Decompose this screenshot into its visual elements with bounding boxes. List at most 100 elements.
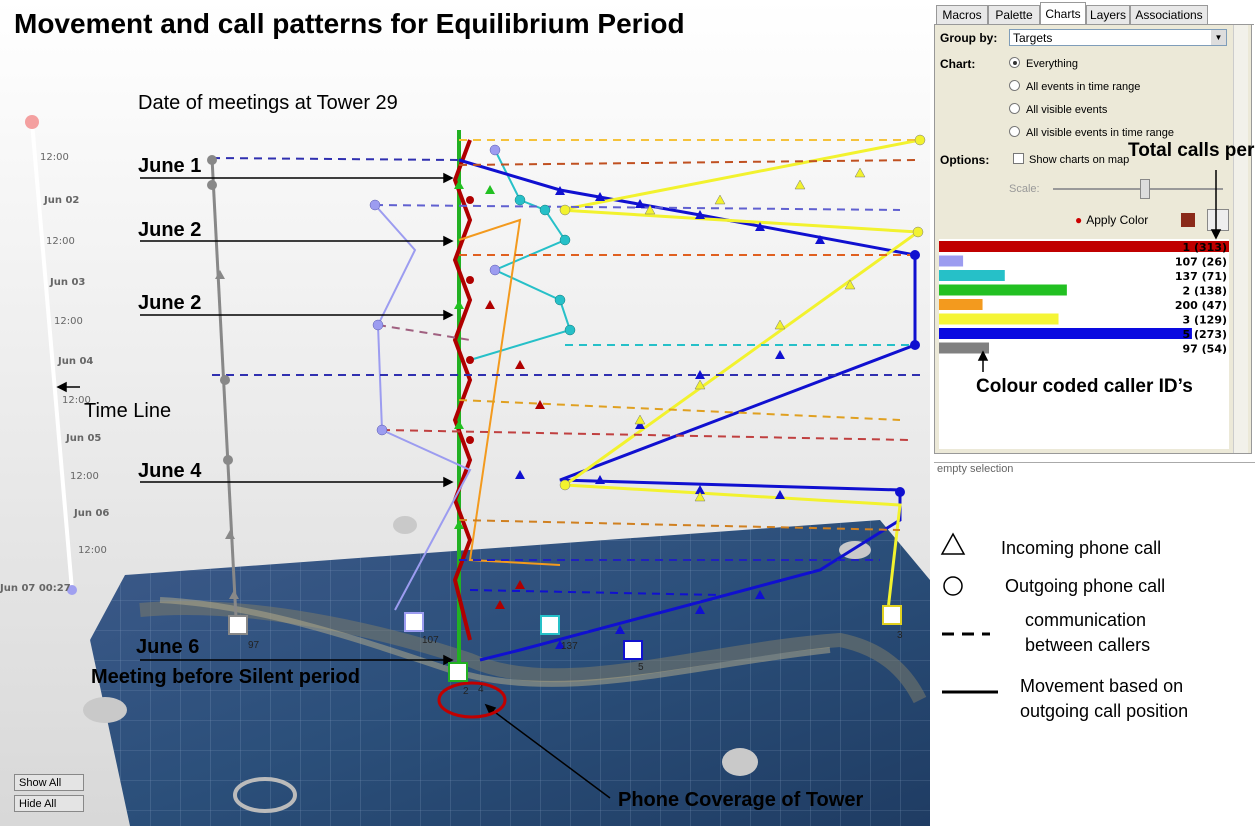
target-id-label: 107 (422, 635, 439, 646)
bar-label-1: 1 (313) (1183, 241, 1228, 254)
radio-icon (1009, 103, 1020, 114)
target-id-label: 97 (248, 640, 260, 651)
radio-label: All visible events in time range (1026, 127, 1174, 139)
sort-desc-icon[interactable] (1207, 209, 1229, 231)
scale-label: Scale: (1009, 183, 1040, 195)
legend-incoming: Incoming phone call (1001, 538, 1162, 558)
apply-color-label: Apply Color (1086, 213, 1149, 227)
sort-icon[interactable] (1181, 213, 1195, 227)
label-coverage: Phone Coverage of Tower (618, 789, 864, 811)
target-avatar-icon[interactable] (228, 615, 248, 635)
target-avatar-icon[interactable] (448, 662, 468, 682)
target-id-label: 2 (463, 686, 469, 697)
target-avatar-icon[interactable] (404, 612, 424, 632)
timeline-tick: Jun 05 (66, 433, 102, 444)
target-id-label: 3 (897, 630, 903, 641)
bar-2 (939, 284, 1067, 296)
legend-outgoing: Outgoing phone call (1005, 576, 1166, 596)
show-all-button[interactable]: Show All (14, 774, 84, 791)
label-june2-a: June 2 (138, 219, 202, 241)
bar-label-2: 2 (138) (1183, 285, 1228, 298)
radio-visible-events[interactable]: All visible events (1009, 103, 1107, 116)
timeline-tick: 12:00 (62, 395, 91, 406)
bar-107 (939, 255, 964, 267)
target-avatar-icon[interactable] (540, 615, 560, 635)
label-colour-coded: Colour coded caller ID’s (976, 376, 1193, 397)
timeline-tick: 12:00 (78, 545, 107, 556)
timeline-tick: Jun 04 (58, 356, 94, 367)
legend-movement-1: Movement based on (1020, 676, 1184, 696)
label-total-calls: Total calls per ID (1128, 140, 1257, 161)
label-june4: June 4 (138, 460, 202, 482)
label-june6: June 6 (136, 636, 200, 658)
bar-97 (939, 342, 990, 354)
group-by-value: Targets (1013, 31, 1053, 45)
radio-everything[interactable]: Everything (1009, 57, 1078, 70)
group-by-select[interactable]: Targets ▼ (1009, 29, 1227, 46)
bar-200 (939, 299, 983, 310)
tab-macros[interactable]: Macros (936, 5, 988, 24)
bar-label-5: 5 (273) (1183, 328, 1228, 341)
target-id-label: 4 (478, 684, 484, 695)
visualization-view[interactable]: Movement and call patterns for Equilibri… (0, 0, 930, 826)
tab-palette[interactable]: Palette (988, 5, 1040, 24)
timeline-tick: 12:00 (54, 316, 83, 327)
legend-movement-2: outgoing call position (1020, 701, 1189, 721)
checkbox-icon (1013, 153, 1024, 164)
apply-color-button[interactable]: ● Apply Color (1075, 213, 1148, 227)
timeline-start-handle[interactable] (25, 115, 39, 129)
radio-label: All visible events (1026, 104, 1108, 116)
bar-5 (939, 328, 1192, 339)
bar-label-107: 107 (26) (1175, 256, 1227, 269)
hide-all-button[interactable]: Hide All (14, 795, 84, 812)
timeline-tick: Jun 06 (74, 508, 110, 519)
radio-icon (1009, 80, 1020, 91)
date-heading: Date of meetings at Tower 29 (138, 92, 398, 114)
palette-icon: ● (1075, 213, 1083, 227)
scale-slider-thumb[interactable] (1140, 179, 1150, 199)
panel-tabs: Macros Palette Charts Layers Association… (934, 2, 1254, 25)
timeline-tick: 12:00 (70, 471, 99, 482)
radio-label: All events in time range (1026, 81, 1141, 93)
checkbox-label: Show charts on map (1029, 154, 1130, 166)
label-meeting: Meeting before Silent period (91, 666, 360, 688)
target-id-label: 5 (638, 662, 644, 673)
radio-label: Everything (1026, 58, 1078, 70)
legend-communication-1: communication (1025, 610, 1147, 630)
scale-slider-track[interactable] (1053, 188, 1223, 190)
target-avatar-icon[interactable] (882, 605, 902, 625)
tab-layers[interactable]: Layers (1086, 5, 1130, 24)
tab-charts[interactable]: Charts (1040, 2, 1086, 25)
radio-selected-icon (1009, 57, 1020, 68)
tab-associations[interactable]: Associations (1130, 5, 1208, 24)
target-id-label: 137 (561, 641, 578, 652)
bar-label-97: 97 (54) (1183, 343, 1228, 356)
timeline-end-label: Jun 07 00:27 (0, 583, 71, 594)
group-by-label: Group by: (940, 31, 998, 45)
show-on-map-checkbox[interactable]: Show charts on map (1013, 153, 1129, 166)
scrollbar[interactable] (1233, 25, 1248, 453)
page-title: Movement and call patterns for Equilibri… (14, 8, 685, 39)
legend-communication-2: between callers (1025, 635, 1151, 655)
timeline-tick: 12:00 (46, 236, 75, 247)
timeline-tick: Jun 03 (50, 277, 86, 288)
circle-icon (943, 576, 963, 596)
bar-label-137: 137 (71) (1175, 270, 1227, 283)
target-avatar-icon[interactable] (623, 640, 643, 660)
radio-events-in-range[interactable]: All events in time range (1009, 80, 1140, 93)
radio-icon (1009, 126, 1020, 137)
chart-label: Chart: (940, 57, 976, 71)
label-june1: June 1 (138, 155, 202, 177)
label-timeline: Time Line (84, 400, 172, 422)
triangle-icon (940, 532, 966, 555)
bar-137 (939, 270, 1005, 281)
label-june2-b: June 2 (138, 292, 202, 314)
selection-pane: empty selection (934, 462, 1255, 479)
options-label: Options: (940, 153, 990, 167)
bar-label-3: 3 (129) (1183, 314, 1228, 327)
chevron-down-icon[interactable]: ▼ (1211, 30, 1226, 45)
radio-visible-in-range[interactable]: All visible events in time range (1009, 126, 1174, 139)
timeline-tick: Jun 02 (44, 195, 80, 206)
bar-3 (939, 313, 1059, 325)
bar-label-200: 200 (47) (1175, 299, 1227, 312)
